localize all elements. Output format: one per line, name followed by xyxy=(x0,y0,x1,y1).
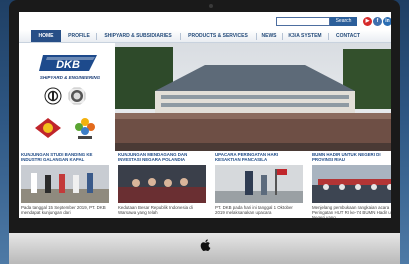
news-card[interactable]: UPACARA PERINGATAN HARI KESAKTIAN PANCAS… xyxy=(215,151,303,218)
browser-screen: Search ▶ f in HOME PROFILE SHIPYARD & SU… xyxy=(19,12,391,218)
search-input[interactable] xyxy=(276,17,330,26)
news-snippet: Kedutaan Besar Republik Indonesia di War… xyxy=(118,205,193,216)
csr-flower-icon xyxy=(75,118,95,139)
nav-shipyard[interactable]: SHIPYARD & SUBSIDIARIES xyxy=(99,30,177,42)
news-card[interactable]: KUNJUNGAN STUDI BANDING KE INDUSTRI GALA… xyxy=(21,151,109,218)
search-button[interactable]: Search xyxy=(330,17,357,26)
nav-contact[interactable]: CONTACT xyxy=(331,30,365,42)
news-snippet: Pada tanggal 15 September 2019, PT. DKB … xyxy=(21,205,106,216)
news-title[interactable]: BUMN HADIR UNTUK NEGERI DI PROVINSI RIAU xyxy=(312,152,391,162)
logo-tagline: SHIPYARD & ENGINEERING xyxy=(39,75,101,80)
news-title[interactable]: KUNJUNGAN MENDAGANG DAN INVESTASI NEGARA… xyxy=(118,152,206,162)
apple-logo-icon xyxy=(200,239,211,252)
nav-divider xyxy=(180,33,181,40)
hero-photo xyxy=(115,43,391,151)
news-photo[interactable] xyxy=(312,165,391,203)
bumn-emblem-icon xyxy=(35,118,61,138)
iso-certification-icon xyxy=(44,87,62,105)
hero-image-shipyard-building xyxy=(115,43,391,151)
dkb-logo[interactable]: DKB xyxy=(37,52,103,74)
nav-home[interactable]: HOME xyxy=(31,30,61,42)
facebook-icon[interactable]: f xyxy=(373,17,382,26)
nav-k3a-system[interactable]: K3/A SYSTEM xyxy=(285,30,325,42)
news-card[interactable]: KUNJUNGAN MENDAGANG DAN INVESTASI NEGARA… xyxy=(118,151,206,218)
sidebar: DKB SHIPYARD & ENGINEERING xyxy=(19,43,115,151)
nav-divider xyxy=(96,33,97,40)
camera-dot xyxy=(209,4,213,8)
nav-divider xyxy=(256,33,257,40)
main-nav: HOME PROFILE SHIPYARD & SUBSIDIARIES PRO… xyxy=(19,30,391,43)
nav-divider xyxy=(328,33,329,40)
news-title[interactable]: UPACARA PERINGATAN HARI KESAKTIAN PANCAS… xyxy=(215,152,303,162)
logo-text: DKB xyxy=(56,59,80,71)
news-photo[interactable] xyxy=(118,165,206,203)
news-photo[interactable] xyxy=(21,165,109,203)
top-bar: Search ▶ f in xyxy=(19,12,391,30)
nav-products[interactable]: PRODUCTS & SERVICES xyxy=(183,30,253,42)
news-card[interactable]: BUMN HADIR UNTUK NEGERI DI PROVINSI RIAU… xyxy=(312,151,391,218)
news-section: KUNJUNGAN STUDI BANDING KE INDUSTRI GALA… xyxy=(19,151,391,218)
news-snippet: PT. DKB pada hari ini tanggal 1 Oktober … xyxy=(215,205,293,216)
nav-divider xyxy=(282,33,283,40)
youtube-icon[interactable]: ▶ xyxy=(363,17,372,26)
news-title[interactable]: KUNJUNGAN STUDI BANDING KE INDUSTRI GALA… xyxy=(21,152,109,162)
linkedin-icon[interactable]: in xyxy=(383,17,391,26)
nav-news[interactable]: NEWS xyxy=(259,30,279,42)
certification-badge-icon xyxy=(68,87,86,105)
nav-profile[interactable]: PROFILE xyxy=(65,30,93,42)
news-photo[interactable] xyxy=(215,165,303,203)
news-snippet: Menjelang pembukaan rangkaian acara Peri… xyxy=(312,205,391,218)
